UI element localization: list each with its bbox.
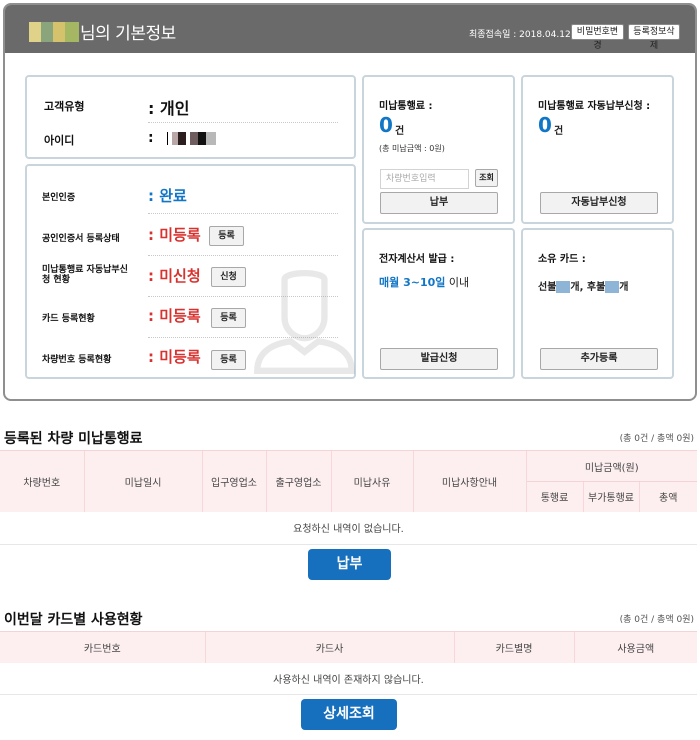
unpaid-auto-value: : 미신청 xyxy=(148,267,201,285)
basic-box: 고객유형 : 개인 아이디 : xyxy=(25,75,356,159)
identity-value: : 완료 xyxy=(148,187,187,205)
vehicle-number-input[interactable]: 차량번호입력 xyxy=(380,169,469,189)
car-register-value: : 미등록 xyxy=(148,348,201,366)
unpaid-auto-label: 미납통행료 자동납부신청 현황 xyxy=(42,265,128,285)
owned-card-summary: 선불 개, 후불 개 xyxy=(538,281,629,293)
customer-type-label: 고객유형 xyxy=(44,100,85,113)
th-unpaid-date: 미납일시 xyxy=(83,450,202,512)
basic-info-panel: 님의 기본정보 최종접속일 : 2018.04.12 비밀번호변경 등록정보삭제… xyxy=(3,3,697,401)
th-vehicle-number: 차량번호 xyxy=(0,450,84,512)
card-register-label: 카드 등록현황 xyxy=(42,314,95,324)
toll-unit: 건 xyxy=(395,126,405,137)
card-usage-table: 카드번호 카드사 카드별명 사용금액 사용하신 내역이 존재하지 않습니다. xyxy=(0,631,697,695)
card-empty-message: 사용하신 내역이 존재하지 않습니다. xyxy=(0,662,697,695)
toll-sub: (총 미납금액 : 0원) xyxy=(379,144,445,153)
cert-register-button[interactable]: 등록 xyxy=(209,226,244,246)
th-total: 총액 xyxy=(638,481,697,512)
invoice-box: 전자계산서 발급 : 매월 3~10일 이내 발급신청 xyxy=(362,228,515,379)
th-card-number: 카드번호 xyxy=(0,631,205,663)
auto-pay-title: 미납통행료 자동납부신청 : xyxy=(538,101,651,112)
change-password-button[interactable]: 비밀번호변경 xyxy=(571,24,624,51)
th-unpaid-amount: 미납금액(원) xyxy=(525,450,697,482)
toll-box: 미납통행료 : 0 건 (총 미납금액 : 0원) 차량번호입력 조회 납부 xyxy=(362,75,515,224)
identity-label: 본인인증 xyxy=(42,193,76,203)
th-card-company: 카드사 xyxy=(204,631,454,663)
cert-label: 공인인증서 등록상태 xyxy=(42,234,120,244)
th-entry-office: 입구영업소 xyxy=(201,450,266,512)
th-exit-office: 출구영업소 xyxy=(265,450,331,512)
card-register-button[interactable]: 등록 xyxy=(211,308,246,328)
invoice-apply-button[interactable]: 발급신청 xyxy=(380,348,498,370)
owned-card-box: 소유 카드 : 선불 개, 후불 개 추가등록 xyxy=(521,228,674,379)
last-login-date: 최종접속일 : 2018.04.12 xyxy=(469,30,571,40)
vehicle-summary: (총 0건 / 총액 0원) xyxy=(619,434,694,444)
auto-pay-box: 미납통행료 자동납부신청 : 0 건 자동납부신청 xyxy=(521,75,674,224)
unpaid-apply-button[interactable]: 신청 xyxy=(211,267,246,287)
th-extra-toll: 부가통행료 xyxy=(582,481,639,512)
th-unpaid-guide: 미납사항안내 xyxy=(412,450,526,512)
page-title: 님의 기본정보 xyxy=(80,24,176,44)
customer-type-value: : 개인 xyxy=(148,99,190,118)
auto-pay-apply-button[interactable]: 자동납부신청 xyxy=(540,192,658,214)
panel-header: 님의 기본정보 최종접속일 : 2018.04.12 비밀번호변경 등록정보삭제 xyxy=(5,5,695,53)
card-section-title: 이번달 카드별 사용현황 xyxy=(4,612,143,628)
add-card-button[interactable]: 추가등록 xyxy=(540,348,658,370)
toll-title: 미납통행료 : xyxy=(379,101,433,112)
user-id-blur xyxy=(158,131,217,145)
user-id-label: 아이디 xyxy=(44,134,75,147)
vehicle-search-button[interactable]: 조회 xyxy=(475,169,498,187)
auto-pay-unit: 건 xyxy=(554,126,564,137)
cert-value: : 미등록 xyxy=(148,226,201,244)
card-detail-button[interactable]: 상세조회 xyxy=(301,699,397,730)
vehicle-pay-button[interactable]: 납부 xyxy=(308,549,391,580)
card-summary: (총 0건 / 총액 0원) xyxy=(619,615,694,625)
car-register-button[interactable]: 등록 xyxy=(211,350,246,370)
auto-pay-count: 0 xyxy=(538,113,552,137)
th-unpaid-reason: 미납사유 xyxy=(330,450,413,512)
vehicle-toll-table: 차량번호 미납일시 입구영업소 출구영업소 미납사유 미납사항안내 미납금액(원… xyxy=(0,450,697,545)
car-register-label: 차량번호 등록현황 xyxy=(42,355,112,365)
owned-card-title: 소유 카드 : xyxy=(538,254,586,265)
card-register-value: : 미등록 xyxy=(148,307,201,325)
invoice-title: 전자계산서 발급 : xyxy=(379,254,455,265)
toll-count: 0 xyxy=(379,113,393,137)
vehicle-section-title: 등록된 차량 미납통행료 xyxy=(4,431,143,447)
delete-registration-button[interactable]: 등록정보삭제 xyxy=(628,24,680,51)
user-avatar-icon xyxy=(254,270,355,374)
invoice-period-line: 매월 3~10일 이내 xyxy=(379,276,470,289)
user-name-blur xyxy=(29,22,79,42)
vehicle-empty-message: 요청하신 내역이 없습니다. xyxy=(0,511,697,545)
user-id-value: : xyxy=(148,130,217,146)
divider xyxy=(148,122,338,123)
th-toll: 통행료 xyxy=(525,481,583,512)
th-usage-amount: 사용금액 xyxy=(573,631,697,663)
toll-pay-button[interactable]: 납부 xyxy=(380,192,498,214)
th-card-nickname: 카드별명 xyxy=(453,631,574,663)
